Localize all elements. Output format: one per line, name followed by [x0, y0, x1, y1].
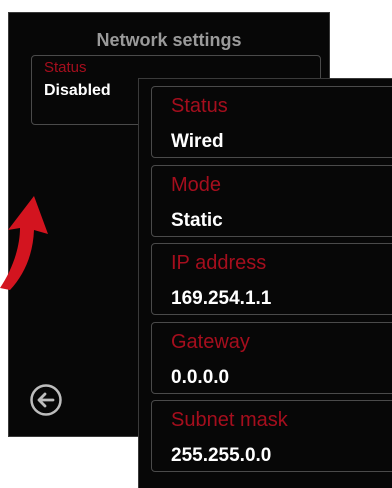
- subnet-mask-field[interactable]: Subnet mask 255.255.0.0: [151, 400, 392, 472]
- field-label: Mode: [171, 174, 222, 196]
- network-details-panel: Status Wired Mode Static IP address 169.…: [138, 78, 392, 488]
- red-curved-arrow-icon: [0, 196, 48, 290]
- status-field[interactable]: Status Wired: [151, 86, 392, 158]
- field-label: Gateway: [171, 331, 250, 353]
- field-value: Static: [171, 210, 223, 231]
- back-button[interactable]: [29, 383, 63, 417]
- status-value: Disabled: [44, 82, 111, 99]
- status-label: Status: [44, 59, 87, 76]
- ip-address-field[interactable]: IP address 169.254.1.1: [151, 243, 392, 315]
- field-value: 0.0.0.0: [171, 367, 230, 388]
- field-value: 255.255.0.0: [171, 445, 272, 466]
- back-arrow-icon[interactable]: [29, 383, 63, 417]
- field-label: Subnet mask: [171, 409, 288, 431]
- field-label: IP address: [171, 252, 267, 274]
- field-value: 169.254.1.1: [171, 288, 272, 309]
- field-label: Status: [171, 95, 228, 117]
- panel-title: Network settings: [96, 30, 242, 50]
- mode-field[interactable]: Mode Static: [151, 165, 392, 237]
- field-value: Wired: [171, 131, 224, 152]
- gateway-field[interactable]: Gateway 0.0.0.0: [151, 322, 392, 394]
